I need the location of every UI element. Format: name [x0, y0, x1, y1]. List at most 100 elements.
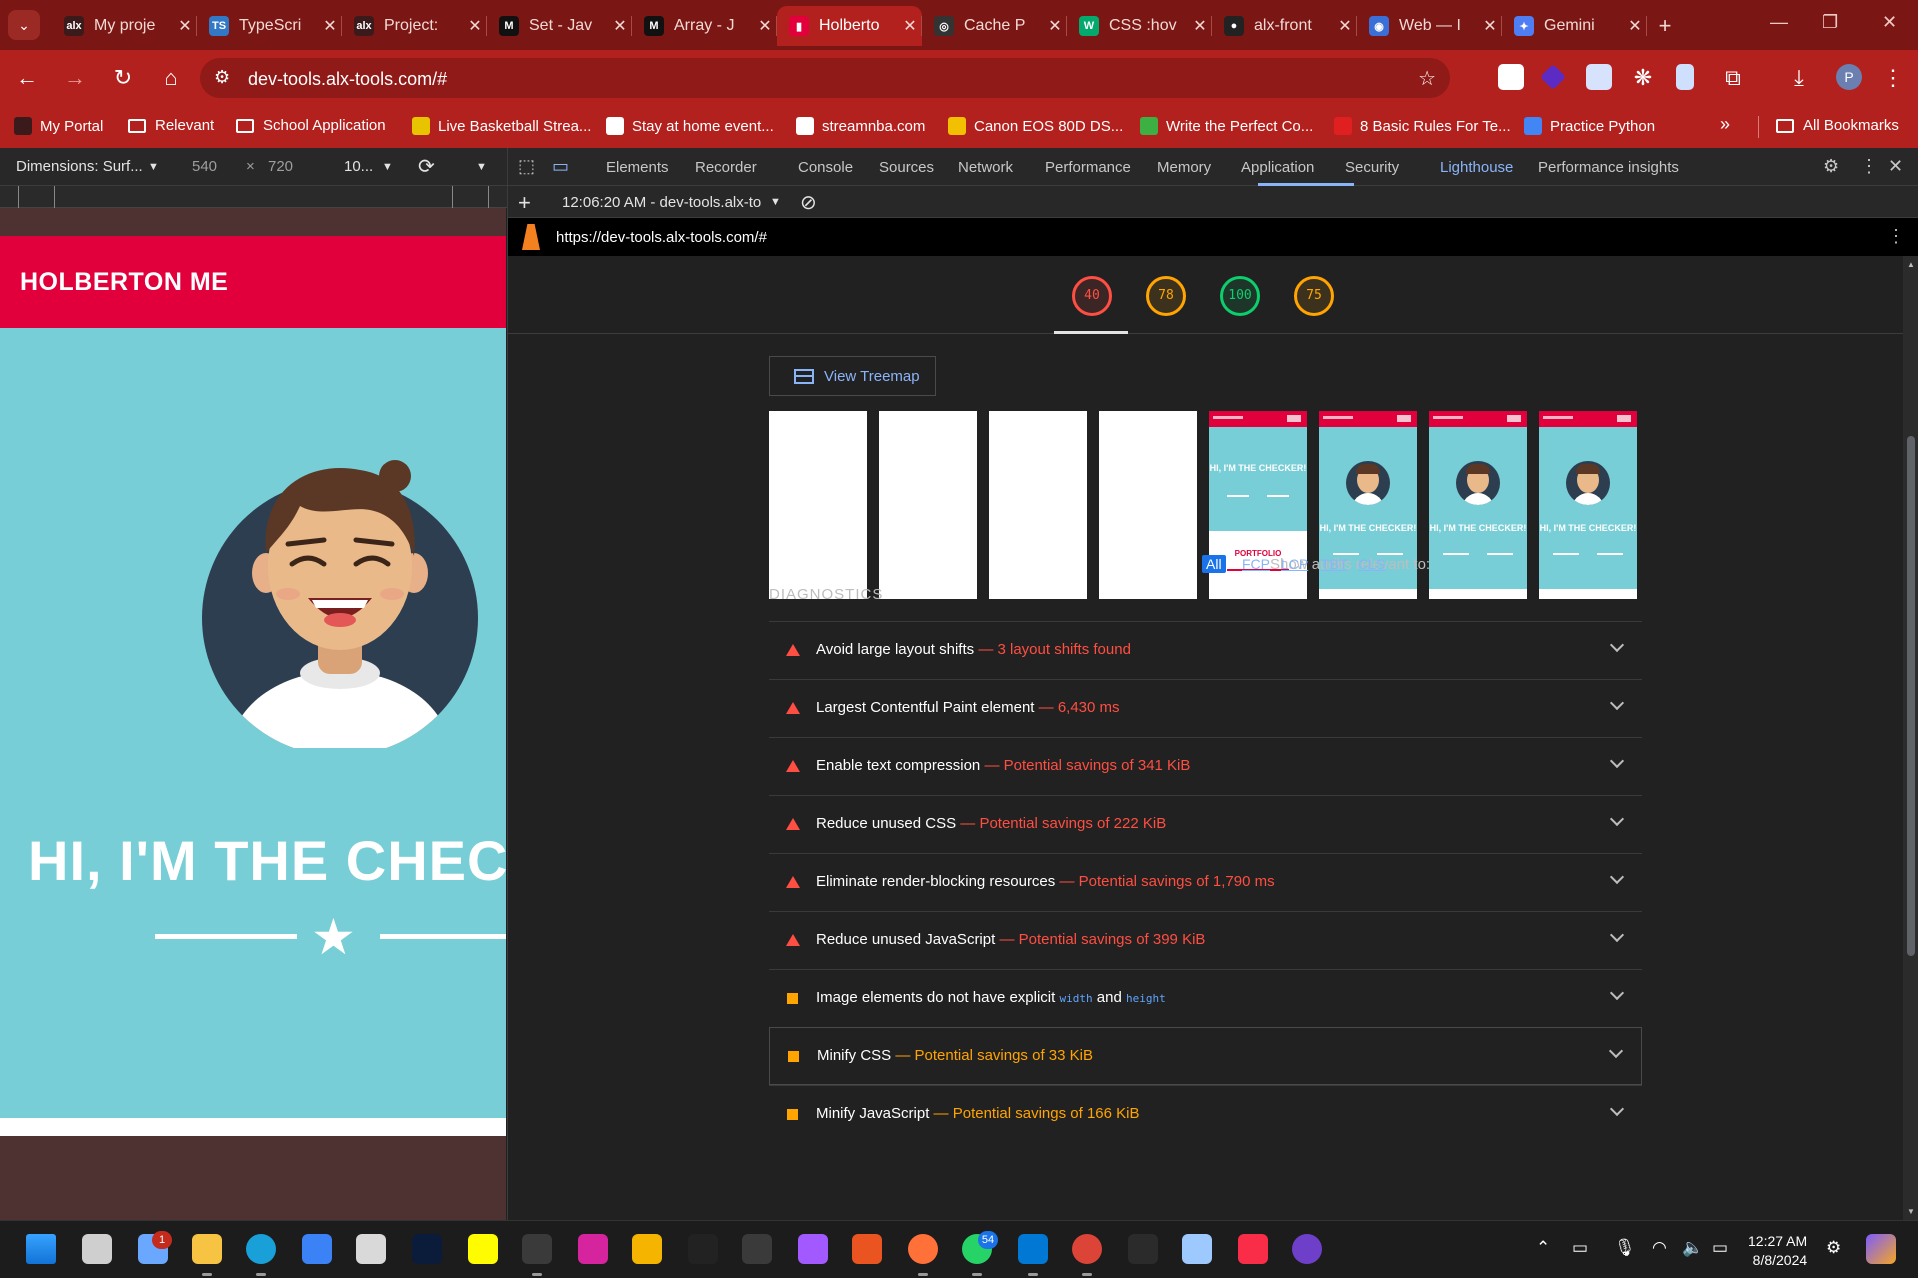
- edge-icon[interactable]: [246, 1234, 276, 1264]
- audit-filter[interactable]: FCP: [1242, 556, 1270, 572]
- audit-item[interactable]: Image elements do not have explicit widt…: [769, 969, 1642, 1027]
- close-devtools-icon[interactable]: ✕: [1888, 156, 1903, 177]
- tab-close-icon[interactable]: ✕: [1333, 16, 1357, 36]
- chevron-down-icon[interactable]: ▼: [382, 161, 393, 173]
- clear-icon[interactable]: ⊘: [800, 190, 817, 215]
- chrome-icon[interactable]: [1072, 1234, 1102, 1264]
- snipping-tool-icon[interactable]: [356, 1234, 386, 1264]
- task-view-icon[interactable]: [82, 1234, 112, 1264]
- microphone-icon[interactable]: 🎙: [1614, 1238, 1636, 1258]
- snapchat-icon[interactable]: [468, 1234, 498, 1264]
- audit-item[interactable]: Enable text compression — Potential savi…: [769, 737, 1642, 795]
- devtools-tab[interactable]: Security: [1345, 159, 1399, 176]
- dimensions-select[interactable]: Dimensions: Surf...: [16, 158, 143, 175]
- devtools-menu-icon[interactable]: ⋮: [1860, 156, 1878, 177]
- new-tab-icon[interactable]: +: [1647, 6, 1683, 46]
- report-select[interactable]: 12:06:20 AM - dev-tools.alx-to: [562, 194, 761, 211]
- audit-filter[interactable]: TBT: [1321, 556, 1347, 572]
- chevron-down-icon[interactable]: [1609, 695, 1625, 711]
- audit-item[interactable]: Reduce unused CSS — Potential savings of…: [769, 795, 1642, 853]
- devtools-tab[interactable]: Lighthouse: [1440, 159, 1513, 176]
- clock[interactable]: 12:27 AM 8/8/2024: [1748, 1232, 1807, 1270]
- extension-icon[interactable]: [1498, 64, 1524, 90]
- battery-icon[interactable]: ▭: [1712, 1238, 1728, 1258]
- firefox-icon[interactable]: [908, 1234, 938, 1264]
- view-treemap-button[interactable]: View Treemap: [769, 356, 936, 396]
- forward-icon[interactable]: →: [60, 65, 90, 91]
- bookmark-item[interactable]: streamnba.com: [796, 117, 925, 135]
- devtools-tab[interactable]: Performance insights: [1538, 159, 1679, 176]
- zoom-select[interactable]: 10...: [344, 158, 373, 175]
- report-menu-icon[interactable]: ⋮: [1887, 226, 1905, 247]
- browser-tab[interactable]: W CSS :hov ✕: [1067, 6, 1212, 46]
- reload-icon[interactable]: ↻: [108, 65, 138, 91]
- site-info-icon[interactable]: ⚙: [214, 67, 230, 88]
- close-window-icon[interactable]: ✕: [1882, 12, 1897, 33]
- minimize-icon[interactable]: —: [1770, 12, 1788, 33]
- menu-kebab-icon[interactable]: ⋮: [1878, 65, 1908, 91]
- audit-item[interactable]: Largest Contentful Paint element — 6,430…: [769, 679, 1642, 737]
- terminal-icon[interactable]: [522, 1234, 552, 1264]
- stocks-icon[interactable]: [1182, 1234, 1212, 1264]
- browser-tab[interactable]: ● alx-front ✕: [1212, 6, 1357, 46]
- devtools-tab[interactable]: Performance: [1045, 159, 1131, 176]
- tab-close-icon[interactable]: ✕: [1043, 16, 1067, 36]
- ubuntu-icon[interactable]: [852, 1234, 882, 1264]
- file-explorer-icon[interactable]: [192, 1234, 222, 1264]
- chevron-down-icon[interactable]: [1609, 637, 1625, 653]
- download-icon[interactable]: ⤓: [1784, 65, 1814, 91]
- bookmark-item[interactable]: Live Basketball Strea...: [412, 117, 591, 135]
- bookmark-item[interactable]: Relevant: [128, 117, 214, 134]
- cast-icon[interactable]: ▭: [1572, 1238, 1588, 1258]
- scrollbar-thumb[interactable]: [1907, 436, 1915, 956]
- devtools-tab[interactable]: Application: [1241, 159, 1314, 176]
- tab-close-icon[interactable]: ✕: [1478, 16, 1502, 36]
- new-report-icon[interactable]: +: [518, 190, 531, 216]
- tab-close-icon[interactable]: ✕: [753, 16, 777, 36]
- browser-tab[interactable]: ▮ Holberto ✕: [777, 6, 922, 46]
- device-toggle-icon[interactable]: ▭: [552, 156, 569, 177]
- score-gauge[interactable]: 100: [1220, 276, 1260, 316]
- report-scrollbar[interactable]: ▲ ▼: [1903, 256, 1918, 1220]
- tab-search-button[interactable]: ⌄: [8, 10, 40, 40]
- extension-icon[interactable]: [1540, 64, 1566, 90]
- wifi-icon[interactable]: ◠: [1652, 1238, 1667, 1258]
- devtools-tab[interactable]: Sources: [879, 159, 934, 176]
- figma-icon[interactable]: [798, 1234, 828, 1264]
- bookmark-star-icon[interactable]: ☆: [1418, 66, 1436, 91]
- notifications-icon[interactable]: ⚙: [1826, 1238, 1841, 1258]
- bookmark-item[interactable]: Canon EOS 80D DS...: [948, 117, 1123, 135]
- copilot-icon[interactable]: [1866, 1234, 1896, 1264]
- audit-filter[interactable]: LCP: [1281, 556, 1308, 572]
- tab-close-icon[interactable]: ✕: [173, 16, 197, 36]
- height-input[interactable]: 720: [268, 158, 293, 175]
- devtools-tab[interactable]: Console: [798, 159, 853, 176]
- chevron-down-icon[interactable]: [1609, 869, 1625, 885]
- tab-close-icon[interactable]: ✕: [463, 16, 487, 36]
- all-bookmarks[interactable]: All Bookmarks: [1776, 117, 1899, 134]
- browser-tab[interactable]: alx Project: ✕: [342, 6, 487, 46]
- score-gauge[interactable]: 75: [1294, 276, 1334, 316]
- browser-tab[interactable]: ✦ Gemini ✕: [1502, 6, 1647, 46]
- home-icon[interactable]: ⌂: [156, 65, 186, 91]
- vscode-icon[interactable]: [1018, 1234, 1048, 1264]
- music-icon[interactable]: [1238, 1234, 1268, 1264]
- audit-item[interactable]: Minify JavaScript — Potential savings of…: [769, 1085, 1642, 1143]
- browser-tab[interactable]: ◉ Web — I ✕: [1357, 6, 1502, 46]
- bookmark-item[interactable]: Write the Perfect Co...: [1140, 117, 1313, 135]
- browser-tab[interactable]: M Array - J ✕: [632, 6, 777, 46]
- devtools-tab[interactable]: Network: [958, 159, 1013, 176]
- windows-start-icon[interactable]: [26, 1234, 56, 1264]
- audit-filter[interactable]: CLS: [1358, 556, 1385, 572]
- tab-close-icon[interactable]: ✕: [608, 16, 632, 36]
- store-icon[interactable]: [302, 1234, 332, 1264]
- tab-close-icon[interactable]: ✕: [318, 16, 342, 36]
- alx-app-icon[interactable]: [688, 1234, 718, 1264]
- extension-icon[interactable]: ❋: [1628, 65, 1658, 91]
- volume-icon[interactable]: 🔈: [1682, 1238, 1703, 1258]
- devtools-tab[interactable]: Memory: [1157, 159, 1211, 176]
- devtools-tab[interactable]: Elements: [606, 159, 669, 176]
- chevron-down-icon[interactable]: ▼: [148, 161, 159, 173]
- audit-filter[interactable]: All: [1202, 555, 1226, 573]
- davinci-icon[interactable]: [742, 1234, 772, 1264]
